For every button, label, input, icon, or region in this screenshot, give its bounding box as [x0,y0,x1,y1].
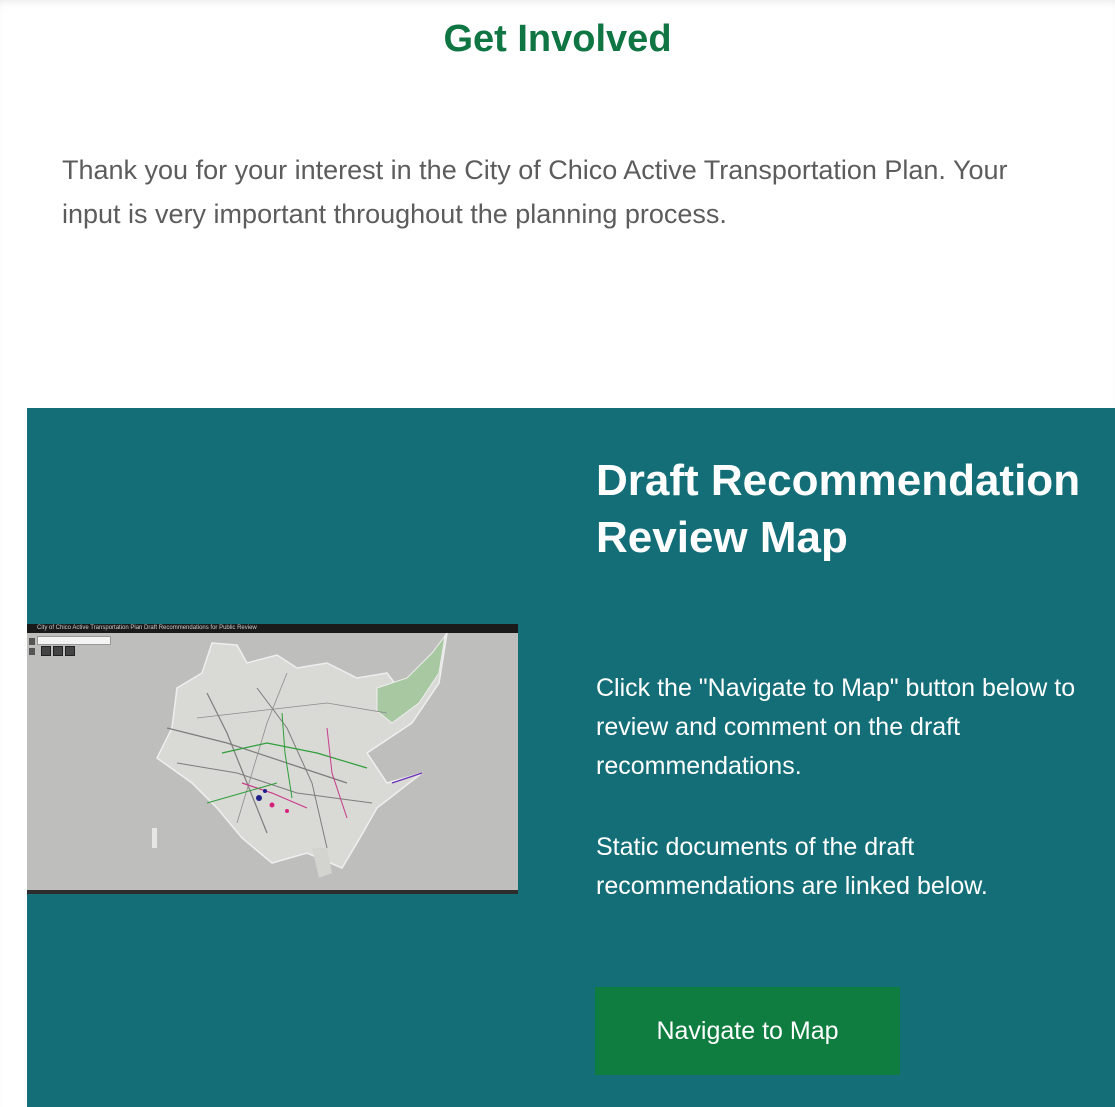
section-heading: Draft Recommendation Review Map [596,456,1081,562]
static-documents-note: Static documents of the draft recommenda… [596,833,988,900]
legend-icon[interactable] [65,646,75,656]
map-title-bar: City of Chico Active Transportation Plan… [27,624,518,633]
section-description: Click the "Navigate to Map" button below… [596,674,1076,780]
navigate-to-map-button[interactable]: Navigate to Map [595,987,900,1075]
page-title: Get Involved [443,18,672,60]
city-map-image [27,633,518,890]
get-involved-page: Get Involved Thank you for your interest… [0,0,1115,1107]
zoom-out-icon[interactable] [29,648,35,655]
map-thumbnail-title: City of Chico Active Transportation Plan… [37,625,257,631]
map-search-input[interactable] [37,636,111,645]
map-thumbnail[interactable]: City of Chico Active Transportation Plan… [27,624,518,894]
review-map-panel: City of Chico Active Transportation Plan… [27,408,1115,1107]
home-icon[interactable] [41,646,51,656]
zoom-in-icon[interactable] [29,638,35,645]
map-footer-bar [27,890,518,894]
intro-text: Thank you for your interest in the City … [62,155,1008,229]
layers-icon[interactable] [53,646,63,656]
